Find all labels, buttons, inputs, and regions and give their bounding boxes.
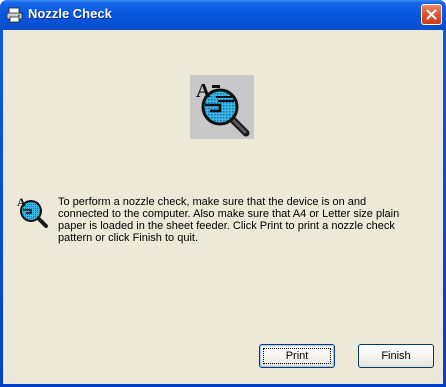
close-icon [426,9,437,20]
printer-icon [6,7,23,23]
finish-button-label: Finish [381,350,411,362]
print-button-label: Print [285,350,309,362]
title-bar[interactable]: Nozzle Check [0,0,446,30]
magnifier-nozzle-icon: A [196,80,250,137]
nozzle-check-small-icon: A [17,195,48,228]
svg-text:A: A [17,195,26,209]
nozzle-check-hero: A [190,75,254,139]
dialog-body: A A To perform a nozzle check, make sure… [3,30,443,384]
window-title: Nozzle Check [28,6,112,21]
nozzle-check-dialog: Nozzle Check A A To perform a nozzle che… [0,0,446,387]
print-button[interactable]: Print [259,344,335,368]
instruction-text: To perform a nozzle check, make sure tha… [58,196,400,244]
finish-button[interactable]: Finish [358,344,434,368]
close-button[interactable] [421,4,442,25]
svg-text:A: A [196,80,211,102]
